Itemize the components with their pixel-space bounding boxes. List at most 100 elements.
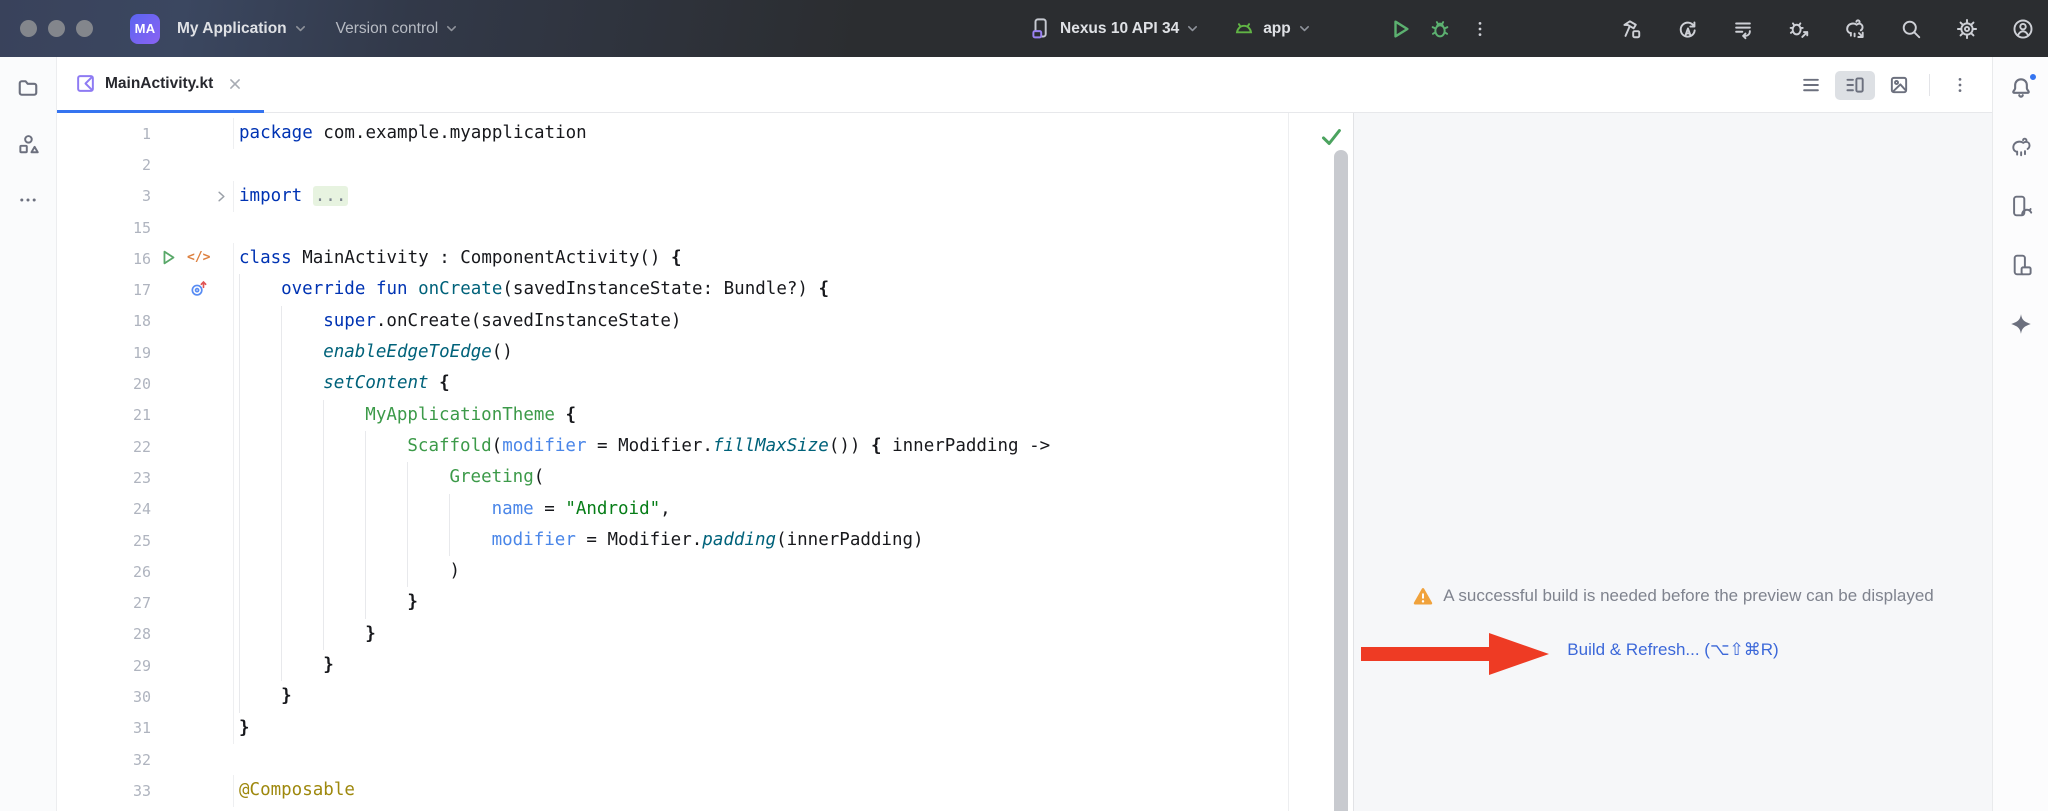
more-actions-icon[interactable] — [1468, 17, 1492, 41]
code-text[interactable]: class MainActivity : ComponentActivity()… — [233, 243, 1353, 275]
fold-imports-icon[interactable] — [214, 189, 229, 204]
line-number[interactable]: 26 — [57, 563, 153, 581]
gutter-icons: </> — [153, 243, 233, 274]
line-number[interactable]: 18 — [57, 312, 153, 330]
gemini-icon[interactable] — [2006, 309, 2036, 339]
code-text[interactable]: Greeting( — [233, 462, 1353, 494]
chevron-down-icon — [445, 22, 458, 35]
code-line: 3 import ... — [57, 180, 1353, 212]
code-line: 19 enableEdgeToEdge() — [57, 337, 1353, 369]
tab-label: MainActivity.kt — [105, 74, 214, 92]
line-number[interactable]: 24 — [57, 500, 153, 518]
gutter-icons — [153, 681, 233, 712]
run-class-gutter-icon[interactable] — [159, 248, 178, 267]
code-editor[interactable]: 1 package com.example.myapplication 2 3 impo… — [57, 113, 1353, 811]
line-number[interactable]: 3 — [57, 187, 153, 205]
line-number[interactable]: 31 — [57, 719, 153, 737]
debug-button[interactable] — [1428, 17, 1452, 41]
project-tool-icon[interactable] — [13, 73, 43, 103]
search-everywhere-icon[interactable] — [1899, 17, 1923, 41]
profiler-icon[interactable] — [1731, 17, 1755, 41]
project-menu[interactable]: My Application — [177, 20, 307, 38]
gutter-icons — [153, 619, 233, 650]
run-button[interactable] — [1388, 17, 1412, 41]
inspections-ok-icon[interactable] — [1319, 124, 1343, 148]
gutter-icons — [153, 744, 233, 775]
code-text[interactable]: } — [233, 618, 1353, 651]
code-text[interactable]: } — [233, 650, 1353, 682]
code-text[interactable]: Scaffold(modifier = Modifier.fillMaxSize… — [233, 430, 1353, 463]
code-line: 33 @Composable — [57, 775, 1353, 807]
line-number[interactable]: 23 — [57, 469, 153, 487]
code-text[interactable]: import ... — [233, 180, 1353, 212]
build-refresh-link[interactable]: Build & Refresh... (⌥⇧⌘R) — [1567, 640, 1778, 659]
project-badge[interactable]: MA — [130, 13, 160, 44]
line-number[interactable]: 30 — [57, 688, 153, 706]
gutter-icons — [153, 556, 233, 587]
gradle-sync-icon[interactable] — [1843, 17, 1867, 41]
line-number[interactable]: 27 — [57, 594, 153, 612]
apply-changes-icon[interactable] — [1675, 17, 1699, 41]
code-text[interactable]: override fun onCreate(savedInstanceState… — [233, 274, 1353, 306]
code-line: 21 MyApplicationTheme { — [57, 399, 1353, 431]
code-text[interactable]: super.onCreate(savedInstanceState) — [233, 305, 1353, 338]
line-number[interactable]: 16 — [57, 250, 153, 268]
code-text[interactable]: setContent { — [233, 368, 1353, 400]
notifications-icon[interactable] — [2006, 72, 2038, 103]
settings-icon[interactable] — [1955, 17, 1979, 41]
compose-preview-gutter-icon[interactable]: </> — [187, 248, 210, 266]
code-text[interactable]: } — [233, 712, 1353, 744]
line-number[interactable]: 25 — [57, 532, 153, 550]
editor-options-icon[interactable] — [1947, 72, 1973, 98]
running-devices-icon[interactable] — [2006, 191, 2036, 221]
code-text[interactable]: } — [233, 681, 1353, 713]
code-text[interactable]: name = "Android", — [233, 493, 1353, 525]
vcs-menu-label: Version control — [335, 19, 439, 37]
editor-scrollbar[interactable] — [1334, 150, 1348, 811]
design-view-toggle[interactable] — [1886, 72, 1912, 98]
chevron-down-icon — [1298, 22, 1311, 35]
line-number[interactable]: 21 — [57, 406, 153, 424]
code-text[interactable]: MyApplicationTheme { — [233, 399, 1353, 431]
line-number[interactable]: 19 — [57, 344, 153, 362]
gradle-icon[interactable] — [2006, 132, 2036, 162]
code-view-toggle[interactable] — [1798, 72, 1824, 98]
code-text[interactable]: } — [233, 587, 1353, 619]
window-zoom-button[interactable] — [76, 20, 93, 37]
override-method-gutter-icon[interactable] — [189, 279, 208, 298]
line-number[interactable]: 33 — [57, 782, 153, 800]
code-line: 22 Scaffold(modifier = Modifier.fillMaxSi… — [57, 430, 1353, 463]
line-number[interactable]: 2 — [57, 156, 153, 174]
device-selector[interactable]: Nexus 10 API 34 — [1060, 20, 1199, 38]
code-text[interactable]: enableEdgeToEdge() — [233, 337, 1353, 369]
code-text[interactable]: @Composable — [233, 775, 1353, 807]
device-manager-icon[interactable] — [2006, 250, 2036, 280]
tab-mainactivity[interactable]: MainActivity.kt — [57, 57, 265, 113]
line-number[interactable]: 28 — [57, 625, 153, 643]
resource-manager-icon[interactable] — [13, 129, 43, 159]
code-line: 30} — [57, 681, 1353, 713]
line-number[interactable]: 29 — [57, 657, 153, 675]
notification-badge — [2027, 72, 2038, 82]
code-text[interactable]: modifier = Modifier.padding(innerPadding… — [233, 524, 1353, 557]
split-view-toggle[interactable] — [1835, 70, 1875, 100]
code-text[interactable]: package com.example.myapplication — [233, 118, 1353, 150]
tab-close-icon[interactable] — [228, 77, 242, 91]
window-minimize-button[interactable] — [48, 20, 65, 37]
line-number[interactable]: 20 — [57, 375, 153, 393]
line-number[interactable]: 15 — [57, 219, 153, 237]
line-number[interactable]: 17 — [57, 281, 153, 299]
gutter-icons — [153, 149, 233, 180]
line-number[interactable]: 22 — [57, 438, 153, 456]
vcs-menu[interactable]: Version control — [336, 20, 459, 38]
code-text[interactable]: ) — [233, 556, 1353, 588]
window-close-button[interactable] — [20, 20, 37, 37]
line-number[interactable]: 1 — [57, 125, 153, 143]
more-tool-windows-icon[interactable] — [13, 185, 43, 215]
run-config-selector[interactable]: app — [1263, 20, 1311, 38]
line-number[interactable]: 32 — [57, 751, 153, 769]
account-icon[interactable] — [2011, 17, 2035, 41]
build-icon[interactable] — [1619, 17, 1643, 41]
run-config-label: app — [1263, 19, 1291, 37]
attach-debugger-icon[interactable] — [1787, 17, 1811, 41]
